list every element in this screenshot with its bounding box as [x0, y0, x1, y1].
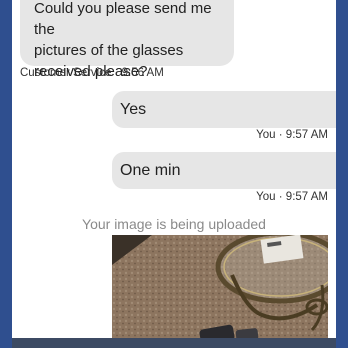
user-message-meta: You · 9:57 AM: [256, 129, 328, 141]
agent-message-meta: Customer Service · 9:56 AM: [20, 67, 164, 79]
user-message-text: Yes: [120, 101, 147, 118]
upload-status-text: Your image is being uploaded: [82, 216, 266, 232]
agent-message-line: pictures of the glasses: [34, 42, 184, 59]
user-message-bubble: Yes: [112, 91, 336, 128]
user-message-bubble: One min: [112, 152, 336, 189]
user-message-meta: You · 9:57 AM: [256, 191, 328, 203]
uploading-image: [112, 235, 328, 348]
bottom-toolbar: [12, 338, 336, 348]
user-message-text: One min: [120, 162, 181, 179]
chat-window: Could you please send me the pictures of…: [12, 0, 336, 348]
agent-message-bubble: Could you please send me the pictures of…: [20, 0, 234, 80]
agent-message-line: Could you please send me the: [34, 0, 212, 38]
glasses-photo: [112, 235, 328, 348]
